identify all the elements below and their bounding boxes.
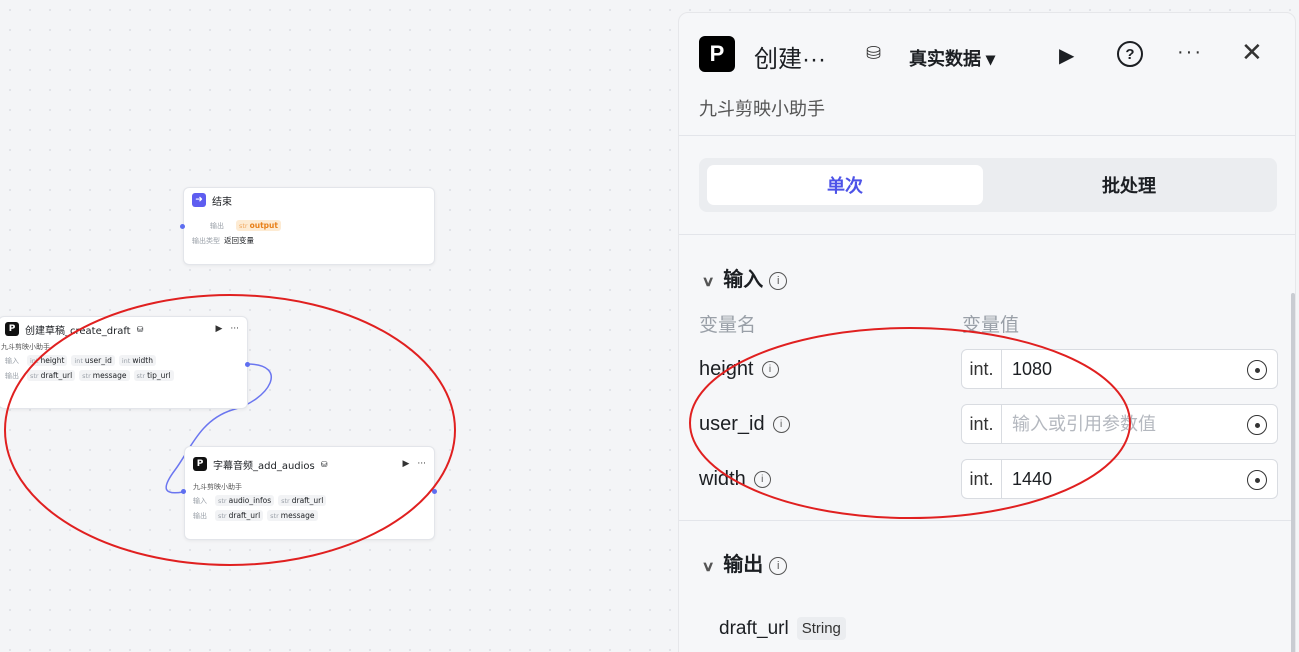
output-tag: str message [79,370,130,381]
reference-variable-icon[interactable] [1247,360,1267,380]
output-name: draft_url [719,617,789,639]
output-tag: str draft_url [27,370,76,381]
database-icon: ⛁ [320,459,328,469]
end-output-label: 输出 [210,221,224,230]
divider [679,234,1295,235]
divider [679,520,1295,521]
param-name-user-id: user_id i [699,413,790,436]
param-name-width: width i [699,468,771,491]
end-node-input-port[interactable] [180,224,185,229]
input-section-header[interactable]: ∨ 输入 i [701,263,788,292]
chevron-down-icon: ∨ [701,273,715,289]
input-tag: int user_id [71,355,115,366]
type-badge: int. [962,405,1002,443]
create-draft-output-port[interactable] [245,362,250,367]
height-input[interactable] [1002,358,1232,380]
jianying-logo-icon: P [193,457,207,471]
node-more-icon[interactable]: ··· [417,459,426,469]
chevron-down-icon: ∨ [701,558,715,574]
run-button[interactable]: ▶ [1059,43,1074,68]
data-mode-select[interactable]: 真实数据 ▾ [909,45,995,71]
info-icon[interactable]: i [761,361,779,379]
info-icon[interactable]: i [769,556,788,575]
node-run-icon[interactable]: ▶ [215,324,222,334]
user-id-input[interactable] [1002,413,1232,435]
add-audios-subtitle: 九斗剪映小助手 [193,483,242,491]
end-node-icon: ➜ [192,193,206,207]
output-tag: str tip_url [133,370,174,381]
end-node[interactable]: ➜ 结束 输出 str output 输出类型 返回变量 [183,187,435,265]
output-tag: str draft_url [215,510,264,521]
param-field-user-id: int. [961,404,1278,444]
create-draft-node[interactable]: P 创建草稿_create_draft ⛁ ▶ ··· 九斗剪映小助手 输入 i… [0,316,248,409]
create-draft-subtitle: 九斗剪映小助手 [1,343,50,351]
input-tag: str draft_url [278,495,327,506]
input-tag: str audio_infos [215,495,275,506]
column-header-name: 变量名 [699,315,757,336]
output-section-title: 输出 [723,554,764,576]
end-output-type-label: 输出类型 [192,236,220,245]
help-icon[interactable]: ? [1117,41,1143,67]
close-icon[interactable]: ✕ [1241,37,1263,68]
create-draft-output-label: 输出 [5,371,19,380]
more-icon[interactable]: ··· [1177,41,1203,64]
tab-single[interactable]: 单次 [707,165,983,205]
end-output-type-value: 返回变量 [224,236,254,245]
add-audios-input-label: 输入 [193,496,207,505]
output-item: draft_url String [719,617,846,640]
run-mode-tabs: 单次 批处理 [699,158,1277,212]
divider [679,135,1295,136]
node-more-icon[interactable]: ··· [230,324,239,334]
input-tag: int width [118,355,156,366]
workflow-canvas[interactable]: ➜ 结束 输出 str output 输出类型 返回变量 P 创建草稿_creat… [0,0,680,652]
column-header-value: 变量值 [962,315,1020,336]
output-type-badge: String [796,617,846,640]
add-audios-input-port[interactable] [181,489,186,494]
type-badge: int. [962,350,1002,388]
panel-title: 创建··· [754,46,826,73]
end-output-tag: str output [236,220,281,231]
database-icon: ⛁ [866,43,882,63]
panel-scrollbar[interactable] [1291,293,1295,652]
panel-subtitle: 九斗剪映小助手 [699,99,825,119]
param-name-height: height i [699,358,779,381]
param-field-height: int. [961,349,1278,389]
create-draft-title: 创建草稿_create_draft [25,325,131,337]
info-icon[interactable]: i [769,271,788,290]
info-icon[interactable]: i [753,471,771,489]
create-draft-input-label: 输入 [5,356,19,365]
input-section-title: 输入 [723,269,764,291]
add-audios-node[interactable]: P 字幕音频_add_audios ⛁ ▶ ··· 九斗剪映小助手 输入 str… [184,446,435,540]
panel-header: P 创建··· ⛁ 真实数据 ▾ ▶ ? ··· ✕ [679,13,1295,95]
tab-batch[interactable]: 批处理 [989,165,1269,205]
info-icon[interactable]: i [772,416,790,434]
output-tag: str message [267,510,318,521]
database-icon: ⛁ [136,324,144,334]
input-tag: int height [27,355,68,366]
node-test-panel: P 创建··· ⛁ 真实数据 ▾ ▶ ? ··· ✕ 九斗剪映小助手 单次 批处… [678,12,1296,652]
jianying-logo-icon: P [699,36,735,72]
output-section-header[interactable]: ∨ 输出 i [701,548,788,577]
jianying-logo-icon: P [5,322,19,336]
node-run-icon[interactable]: ▶ [402,459,409,469]
reference-variable-icon[interactable] [1247,415,1267,435]
width-input[interactable] [1002,468,1232,490]
end-node-title: 结束 [212,196,232,208]
add-audios-output-port[interactable] [432,489,437,494]
type-badge: int. [962,460,1002,498]
add-audios-title: 字幕音频_add_audios [213,460,315,472]
reference-variable-icon[interactable] [1247,470,1267,490]
add-audios-output-label: 输出 [193,511,207,520]
param-field-width: int. [961,459,1278,499]
